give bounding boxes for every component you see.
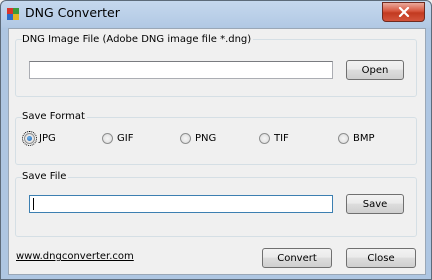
- title-bar[interactable]: DNG Converter: [1, 1, 431, 27]
- save-format-group-label: Save Format: [22, 111, 87, 122]
- save-file-path-input[interactable]: [29, 195, 333, 213]
- radio-tif-button[interactable]: [259, 133, 270, 144]
- convert-button[interactable]: Convert: [262, 248, 332, 268]
- client-area: DNG Image File (Adobe DNG image file *.d…: [8, 28, 426, 275]
- radio-png-label: PNG: [195, 133, 217, 144]
- radio-tif[interactable]: TIF: [259, 133, 289, 144]
- radio-png-button[interactable]: [180, 133, 191, 144]
- app-window: DNG Converter DNG Image File (Adobe DNG …: [0, 0, 432, 280]
- close-icon: [398, 7, 409, 17]
- open-button[interactable]: Open: [346, 60, 404, 80]
- radio-gif-label: GIF: [117, 133, 134, 144]
- radio-tif-label: TIF: [274, 133, 289, 144]
- website-link[interactable]: www.dngconverter.com: [16, 251, 134, 262]
- dng-app-icon: [7, 8, 19, 20]
- radio-gif-button[interactable]: [102, 133, 113, 144]
- radio-jpg-label: JPG: [39, 133, 56, 144]
- close-button[interactable]: Close: [346, 248, 416, 268]
- radio-bmp[interactable]: BMP: [338, 133, 375, 144]
- window-close-button[interactable]: [382, 2, 425, 22]
- radio-jpg-button[interactable]: [22, 131, 37, 146]
- save-file-group-label: Save File: [22, 171, 69, 182]
- input-file-group-label: DNG Image File (Adobe DNG image file *.d…: [22, 34, 254, 45]
- radio-png[interactable]: PNG: [180, 133, 216, 144]
- save-button[interactable]: Save: [346, 194, 404, 214]
- radio-jpg[interactable]: JPG: [22, 131, 56, 146]
- radio-bmp-label: BMP: [353, 133, 375, 144]
- text-caret: [33, 198, 34, 210]
- dng-file-path-input[interactable]: [29, 61, 333, 79]
- radio-gif[interactable]: GIF: [102, 133, 133, 144]
- window-title: DNG Converter: [25, 5, 120, 20]
- radio-bmp-button[interactable]: [338, 133, 349, 144]
